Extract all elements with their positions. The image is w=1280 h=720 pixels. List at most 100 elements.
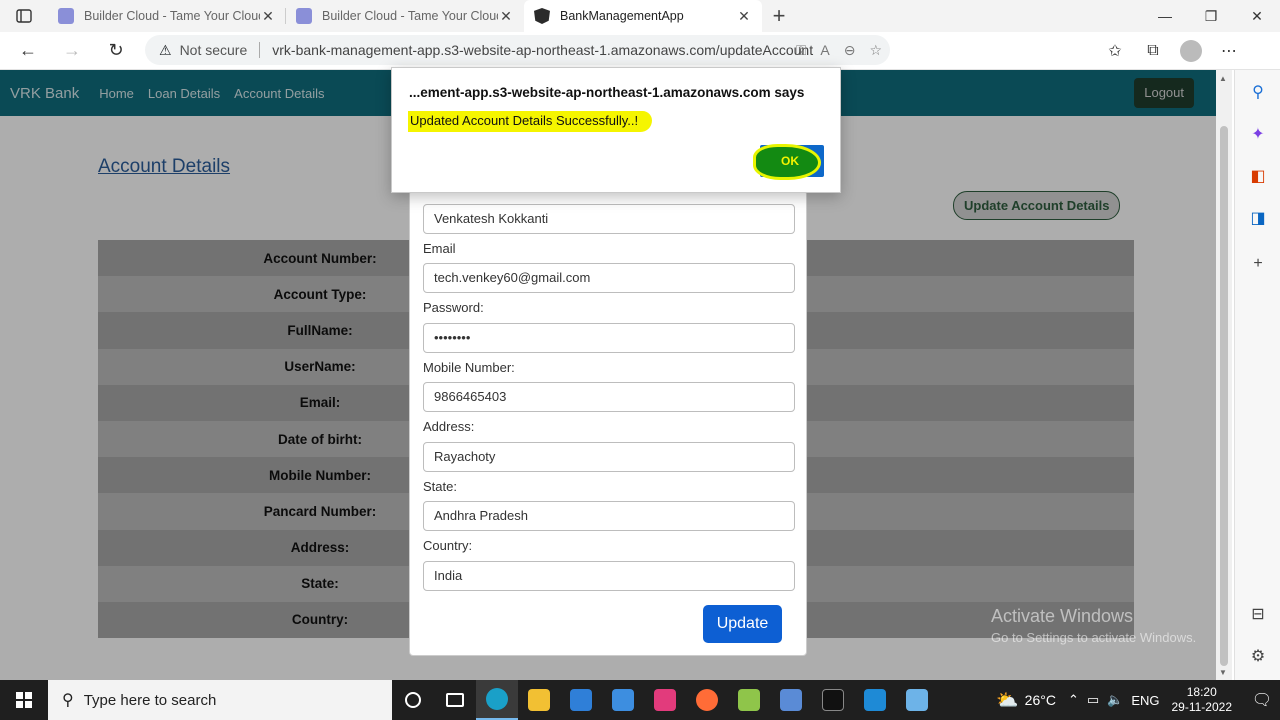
terminal-icon[interactable] [812,680,854,720]
address-label: Address: [423,419,475,434]
watermark-subtitle: Go to Settings to activate Windows. [991,630,1197,645]
watermark-title: Activate Windows [991,606,1134,626]
system-tray: ⛅ 26°C ⌃ ▭ 🔈 ENG 18:20 29-11-2022 🗨 [996,680,1280,720]
tab-title: BankManagementApp [560,9,684,23]
tab-title: Builder Cloud - Tame Your Cloud [322,9,498,23]
split-screen-icon[interactable]: ⊟ [1248,605,1268,625]
close-window-icon[interactable]: ✕ [1234,0,1280,32]
state-label: State: [423,479,457,494]
copilot-icon[interactable]: ✦ [1248,125,1268,145]
tab-title: Builder Cloud - Tame Your Cloud [84,9,260,23]
edge-icon[interactable] [476,680,518,720]
collections-icon[interactable]: ⧉ [1138,42,1168,60]
country-field[interactable]: India [423,561,795,591]
state-field[interactable]: Andhra Pradesh [423,501,795,531]
builder-cloud-favicon [296,8,312,24]
profile-icon[interactable] [1180,40,1202,62]
intellij-icon[interactable] [644,680,686,720]
email-field[interactable]: tech.venkey60@gmail.com [423,263,795,293]
password-label: Password: [423,300,484,315]
browser-tab-strip: Builder Cloud - Tame Your Cloud ✕ Builde… [0,0,1280,32]
notifications-icon[interactable]: 🗨 [1244,690,1280,710]
notepad-plus-icon[interactable] [728,680,770,720]
angular-favicon [534,8,550,24]
builder-cloud-favicon [58,8,74,24]
browser-tab[interactable]: Builder Cloud - Tame Your Cloud ✕ [286,0,524,32]
postman-icon[interactable] [686,680,728,720]
office-icon[interactable]: ◧ [1248,167,1268,187]
scroll-thumb[interactable] [1220,126,1228,666]
refresh-icon[interactable]: ↻ [94,32,138,70]
tab-actions-icon[interactable] [0,0,48,32]
paint-icon[interactable] [896,680,938,720]
omnibox-icons: ⚿ A ⊖ ☆ [796,35,882,65]
url-bar[interactable]: ⚠ Not secure vrk-bank-management-app.s3-… [145,35,890,65]
alert-message: Updated Account Details Successfully..! [408,111,653,132]
restore-icon[interactable]: ❐ [1188,0,1234,32]
taskbar-search[interactable]: ⚲ Type here to search [48,680,392,720]
favorites-icon[interactable]: ✩ [1100,41,1130,61]
email-label: Email [423,241,456,256]
update-account-modal: Venkatesh Kokkanti Email tech.venkey60@g… [409,190,807,656]
volume-icon[interactable]: 🔈 [1107,692,1123,708]
scroll-down-icon[interactable]: ▼ [1219,668,1227,677]
clock[interactable]: 18:20 29-11-2022 [1172,685,1233,715]
outlook-icon[interactable]: ◨ [1248,209,1268,229]
temperature[interactable]: 26°C [1025,692,1056,708]
password-field[interactable]: •••••••• [423,323,795,353]
search-placeholder: Type here to search [83,691,217,709]
address-field[interactable]: Rayachoty [423,442,795,472]
network-icon[interactable]: ▭ [1087,692,1099,708]
close-tab-icon[interactable]: ✕ [260,8,276,25]
close-tab-icon[interactable]: ✕ [498,8,514,25]
scroll-up-icon[interactable]: ▲ [1219,74,1227,83]
language-indicator[interactable]: ENG [1131,693,1159,708]
mail-icon[interactable] [602,680,644,720]
search-icon[interactable]: ⚲ [1248,83,1268,103]
zoom-out-icon[interactable]: ⊖ [844,42,856,59]
page-scrollbar[interactable]: ▲ ▼ [1216,70,1232,680]
fullname-field[interactable]: Venkatesh Kokkanti [423,204,795,234]
alert-dialog: ...ement-app.s3-website-ap-northeast-1.a… [391,67,841,193]
cortana-icon[interactable] [392,680,434,720]
back-icon[interactable]: ← [6,32,50,70]
task-view-icon[interactable] [434,680,476,720]
settings-icon[interactable]: ⚙ [1248,647,1268,667]
ok-label: OK [781,154,799,168]
security-label: Not secure [179,42,248,58]
key-icon[interactable]: ⚿ [796,42,807,59]
new-tab-icon[interactable]: + [762,3,796,29]
browser-tab[interactable]: Builder Cloud - Tame Your Cloud ✕ [48,0,286,32]
url-divider [259,42,261,58]
minimize-icon[interactable]: — [1142,0,1188,32]
file-explorer-icon[interactable] [518,680,560,720]
browser-tab-active[interactable]: BankManagementApp ✕ [524,0,762,32]
activate-windows-watermark: Activate Windows Go to Settings to activ… [991,606,1196,645]
control-panel-icon[interactable] [770,680,812,720]
clock-time: 18:20 [1186,685,1217,699]
country-label: Country: [423,538,473,553]
add-icon[interactable]: + [1248,254,1268,274]
address-toolbar: ← → ↻ ⚠ Not secure vrk-bank-management-a… [0,32,1280,70]
browser-toolbar-icons: ✩ ⧉ ⋯ [1100,32,1244,70]
windows-logo-icon [16,692,32,708]
search-icon: ⚲ [62,692,74,709]
mobile-field[interactable]: 9866465403 [423,382,795,412]
vscode-icon[interactable] [854,680,896,720]
show-hidden-icons-icon[interactable]: ⌃ [1068,692,1079,708]
store-icon[interactable] [560,680,602,720]
clock-date: 29-11-2022 [1171,700,1233,714]
weather-icon[interactable]: ⛅ [996,690,1018,711]
alert-ok-button[interactable]: OK [756,145,824,177]
update-button[interactable]: Update [703,605,782,643]
read-aloud-icon[interactable]: A [820,42,829,58]
edge-sidebar: ⚲ ✦ ◧ ◨ + ⊟ ⚙ [1234,70,1280,680]
windows-taskbar: ⚲ Type here to search ⛅ 26°C ⌃ ▭ 🔈 ENG 1… [0,680,1280,720]
taskbar-apps [392,680,938,720]
close-tab-icon[interactable]: ✕ [736,8,752,25]
more-options-icon[interactable]: ⋯ [1214,41,1244,61]
add-favorite-icon[interactable]: ☆ [869,42,882,59]
warning-icon: ⚠ [159,41,172,58]
forward-icon[interactable]: → [50,32,94,70]
start-button[interactable] [0,680,48,720]
